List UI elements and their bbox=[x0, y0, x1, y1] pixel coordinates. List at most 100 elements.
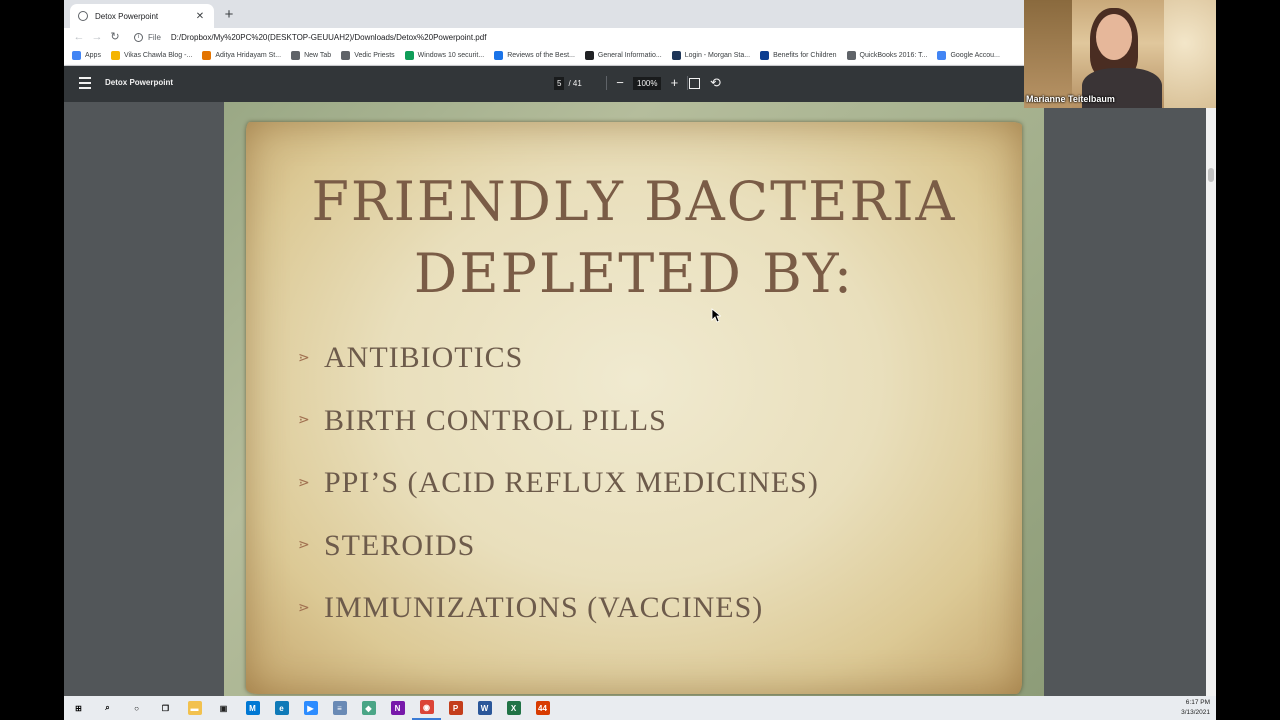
bullet-item: ⋗ ANTIBIOTICS bbox=[298, 327, 819, 390]
taskbar-button[interactable]: ◆ bbox=[354, 696, 383, 720]
a-logo-icon bbox=[202, 51, 212, 60]
forward-icon[interactable]: → bbox=[88, 28, 106, 46]
clock-time: 6:17 PM bbox=[1185, 699, 1210, 706]
bookmark-item[interactable]: Benefits for Children bbox=[760, 51, 837, 60]
taskbar-button[interactable]: ⌕ bbox=[93, 696, 122, 720]
bookmark-label: Aditya Hridayam St... bbox=[215, 52, 282, 59]
webcam-background bbox=[1024, 0, 1072, 108]
bookmark-label: Google Accou... bbox=[950, 52, 1000, 59]
tab-title: Detox Powerpoint bbox=[95, 11, 159, 21]
globe-icon bbox=[291, 51, 301, 60]
notepad-icon: ≡ bbox=[332, 701, 347, 715]
info-icon[interactable]: i bbox=[134, 32, 143, 42]
zoom-controls: − 100% + bbox=[600, 76, 694, 90]
zoom-icon: ▶ bbox=[303, 701, 318, 715]
word-icon: W bbox=[477, 701, 492, 715]
bookmark-item[interactable]: Vikas Chawla Blog -... bbox=[110, 51, 193, 60]
slide-page: FRIENDLY BACTERIA DEPLETED BY: ⋗ ANTIBIOT… bbox=[224, 102, 1044, 696]
reload-icon[interactable]: ↻ bbox=[106, 28, 124, 46]
wifi-icon bbox=[404, 51, 414, 60]
taskbar-button[interactable]: ▬ bbox=[180, 696, 209, 720]
tab-detox-powerpoint[interactable]: Detox Powerpoint ✕ bbox=[70, 4, 214, 28]
bullet-arrow-icon: ⋗ bbox=[298, 475, 311, 491]
close-icon[interactable]: ✕ bbox=[194, 11, 206, 22]
edge-icon: e bbox=[274, 701, 289, 715]
bookmark-item[interactable]: Login - Morgan Sta... bbox=[671, 51, 750, 60]
taskbar-button[interactable]: ▶ bbox=[296, 696, 325, 720]
bookmark-label: General Informatio... bbox=[597, 52, 662, 59]
bullet-text: STEROIDS bbox=[324, 528, 476, 562]
bullet-item: ⋗ BIRTH CONTROL PILLS bbox=[298, 390, 819, 453]
taskbar-button[interactable]: ◉ bbox=[412, 696, 441, 720]
taskbar-button[interactable]: ❐ bbox=[151, 696, 180, 720]
taskbar-button[interactable]: M bbox=[238, 696, 267, 720]
new-tab-button[interactable]: + bbox=[220, 6, 238, 24]
scrollbar-thumb[interactable] bbox=[1208, 168, 1214, 182]
bookmark-item[interactable]: Google Accou... bbox=[937, 51, 1000, 60]
taskbar-button[interactable]: N bbox=[383, 696, 412, 720]
globe-icon bbox=[341, 51, 351, 60]
store-icon: ▣ bbox=[219, 703, 228, 713]
bookmark-item[interactable]: General Informatio... bbox=[584, 51, 662, 60]
ssa-logo-icon bbox=[760, 51, 770, 60]
bullet-arrow-icon: ⋗ bbox=[298, 600, 311, 616]
taskbar-button[interactable]: P bbox=[441, 696, 470, 720]
app-green-icon: ◆ bbox=[361, 701, 376, 715]
globe-icon bbox=[846, 51, 856, 60]
cortana-icon: ○ bbox=[134, 703, 139, 713]
parchment-background: FRIENDLY BACTERIA DEPLETED BY: ⋗ ANTIBIOT… bbox=[246, 122, 1022, 694]
bullet-text: PPI’S (ACID REFLUX MEDICINES) bbox=[324, 466, 819, 500]
chrome-icon: ◉ bbox=[419, 700, 434, 714]
ms-logo-icon bbox=[671, 51, 681, 60]
bookmark-item[interactable]: Reviews of the Best... bbox=[494, 51, 575, 60]
address-url[interactable]: D:/Dropbox/My%20PC%20(DESKTOP-GEUUAH2)/D… bbox=[171, 33, 487, 42]
taskbar-button[interactable]: ▣ bbox=[209, 696, 238, 720]
bookmark-item[interactable]: Aditya Hridayam St... bbox=[202, 51, 281, 60]
zoom-in-button[interactable]: + bbox=[667, 76, 681, 90]
rotate-icon[interactable]: ⟲ bbox=[710, 75, 721, 91]
bookmark-label: QuickBooks 2016: T... bbox=[859, 52, 928, 59]
bookmark-label: Benefits for Children bbox=[773, 52, 837, 59]
taskbar-button[interactable]: W bbox=[470, 696, 499, 720]
blog-icon bbox=[110, 51, 120, 60]
fit-to-page-icon[interactable] bbox=[689, 78, 700, 89]
bullet-arrow-icon: ⋗ bbox=[298, 413, 311, 429]
address-bar[interactable]: i File D:/Dropbox/My%20PC%20(DESKTOP-GEU… bbox=[134, 30, 1014, 44]
mail-m-icon: M bbox=[245, 701, 260, 715]
globe-icon bbox=[78, 11, 88, 21]
bookmark-item[interactable]: Windows 10 securit... bbox=[404, 51, 484, 60]
apps-grid-icon bbox=[72, 51, 81, 60]
powerpoint-icon: P bbox=[448, 701, 463, 715]
pdf-viewer[interactable]: FRIENDLY BACTERIA DEPLETED BY: ⋗ ANTIBIOT… bbox=[64, 102, 1206, 696]
zoom-level-input[interactable]: 100% bbox=[633, 76, 662, 90]
taskbar-button[interactable]: e bbox=[267, 696, 296, 720]
clock-date: 3/13/2021 bbox=[1181, 709, 1210, 716]
bookmark-item[interactable]: Vedic Priests bbox=[341, 51, 395, 60]
onenote-icon: N bbox=[390, 701, 405, 715]
pdf-document-title: Detox Powerpoint bbox=[105, 78, 174, 87]
windows-start-icon: ⊞ bbox=[75, 703, 82, 713]
taskbar-button[interactable]: ○ bbox=[122, 696, 151, 720]
zoom-out-button[interactable]: − bbox=[613, 76, 627, 90]
bookmark-label: Apps bbox=[85, 52, 101, 59]
app-badge-icon: 44 bbox=[535, 701, 550, 715]
back-icon[interactable]: ← bbox=[70, 28, 88, 46]
bookmark-label: Vedic Priests bbox=[354, 52, 395, 59]
screen: Detox Powerpoint ✕ + ← → ↻ i File D:/Dro… bbox=[0, 0, 1280, 720]
taskbar-button[interactable]: 44 bbox=[528, 696, 557, 720]
taskbar-button[interactable]: ⊞ bbox=[64, 696, 93, 720]
system-clock[interactable]: 6:17 PM 3/13/2021 bbox=[1181, 698, 1210, 718]
menu-icon[interactable] bbox=[79, 77, 91, 91]
vertical-scrollbar[interactable] bbox=[1206, 102, 1216, 696]
taskbar-button[interactable]: ≡ bbox=[325, 696, 354, 720]
windows-taskbar: ⊞ ⌕ ○ ❐ ▬ ▣ Me ▶ ≡ ◆ N ◉ P W X 44 6:17 PM 3/13/2021 bbox=[64, 696, 1216, 720]
bookmark-label: Vikas Chawla Blog -... bbox=[123, 52, 193, 59]
bookmark-item[interactable]: New Tab bbox=[291, 51, 331, 60]
webcam-person-face bbox=[1096, 14, 1132, 60]
slide-title-line-1: FRIENDLY BACTERIA bbox=[311, 170, 957, 233]
taskbar-button[interactable]: X bbox=[499, 696, 528, 720]
bookmark-item[interactable]: QuickBooks 2016: T... bbox=[846, 51, 928, 60]
bookmark-item[interactable]: Apps bbox=[72, 51, 101, 60]
page-number-input[interactable]: 5 bbox=[554, 77, 565, 90]
search-icon: ⌕ bbox=[105, 703, 110, 712]
